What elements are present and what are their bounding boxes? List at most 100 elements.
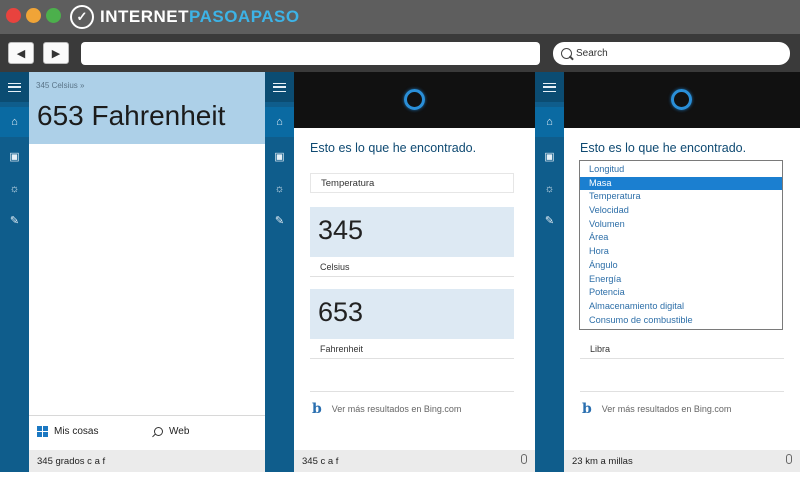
back-arrow-icon: ◀ <box>16 47 26 60</box>
unit-select-2[interactable]: Fahrenheit <box>310 339 514 359</box>
cortana-ring-icon <box>404 89 425 110</box>
dropdown-option[interactable]: Longitud <box>580 163 782 177</box>
screenshots-collage: ⌂ ▣ ☼ ✎ 345 Celsius » 653 Fahrenheit Mis… <box>0 72 800 500</box>
hamburger-menu-button[interactable] <box>535 72 564 102</box>
feedback-button[interactable]: ✎ <box>265 206 294 236</box>
cortana-header <box>564 72 800 128</box>
tips-button[interactable]: ☼ <box>265 174 294 204</box>
cortana-header <box>294 72 535 128</box>
lightbulb-icon: ☼ <box>9 182 20 195</box>
search-icon <box>154 427 163 436</box>
bing-more-link[interactable]: b Ver más resultados en Bing.com <box>582 401 731 417</box>
feedback-icon: ✎ <box>544 214 555 227</box>
feedback-button[interactable]: ✎ <box>0 206 29 236</box>
hamburger-menu-button[interactable] <box>0 72 29 102</box>
close-window-button[interactable] <box>6 8 21 23</box>
microphone-icon[interactable] <box>521 454 527 464</box>
dropdown-option[interactable]: Consumo de combustible <box>580 314 782 328</box>
notebook-button[interactable]: ▣ <box>535 142 564 172</box>
back-button[interactable]: ◀ <box>8 42 34 64</box>
browser-navbar: ◀ ▶ Search <box>0 34 800 72</box>
cortana-panel-3: ⌂ ▣ ☼ ✎ Esto es lo que he encontrado. Lo… <box>535 72 800 472</box>
search-icon <box>561 48 572 59</box>
mis-cosas-filter[interactable]: Mis cosas <box>37 426 98 437</box>
dropdown-option[interactable]: Energía <box>580 273 782 287</box>
microphone-icon[interactable] <box>786 454 792 464</box>
dropdown-option[interactable]: Temperatura <box>580 190 782 204</box>
unit-select-1[interactable]: Celsius <box>310 257 514 277</box>
windows-logo-icon <box>37 426 48 437</box>
lightbulb-icon: ☼ <box>274 182 285 195</box>
maximize-window-button[interactable] <box>46 8 61 23</box>
notebook-button[interactable]: ▣ <box>265 142 294 172</box>
tips-button[interactable]: ☼ <box>0 174 29 204</box>
hamburger-icon <box>273 82 286 92</box>
notebook-icon: ▣ <box>9 150 20 163</box>
lightbulb-icon: ☼ <box>544 182 555 195</box>
notebook-icon: ▣ <box>274 150 285 163</box>
forward-arrow-icon: ▶ <box>51 47 61 60</box>
minimize-window-button[interactable] <box>26 8 41 23</box>
notebook-icon: ▣ <box>544 150 555 163</box>
search-box[interactable]: Search <box>553 42 790 65</box>
screenshot-frame: ✓ INTERNETPASOAPASO ◀ ▶ Search ⌂ ▣ ☼ ✎ 3… <box>0 0 800 500</box>
divider <box>29 415 265 416</box>
bing-logo-icon: b <box>582 401 592 417</box>
unit-select[interactable]: Libra <box>580 339 784 359</box>
cortana-panel-1: ⌂ ▣ ☼ ✎ 345 Celsius » 653 Fahrenheit Mis… <box>0 72 265 472</box>
cortana-rail: ⌂ ▣ ☼ ✎ <box>0 72 29 472</box>
bing-more-link[interactable]: b Ver más resultados en Bing.com <box>312 401 461 417</box>
cortana-search-input[interactable]: 345 grados c a f <box>29 450 265 472</box>
cortana-search-input[interactable]: 23 km a millas <box>564 450 800 472</box>
value-input-2[interactable]: 653 <box>310 289 514 339</box>
hamburger-menu-button[interactable] <box>265 72 294 102</box>
web-filter[interactable]: Web <box>154 426 189 437</box>
cortana-panel-2: ⌂ ▣ ☼ ✎ Esto es lo que he encontrado. Te… <box>265 72 535 472</box>
hamburger-icon <box>8 82 21 92</box>
feedback-icon: ✎ <box>274 214 285 227</box>
dropdown-option[interactable]: Potencia <box>580 286 782 300</box>
dropdown-option[interactable]: Área <box>580 231 782 245</box>
logo-badge-icon: ✓ <box>70 5 94 29</box>
dropdown-option[interactable]: Ángulo <box>580 259 782 273</box>
cortana-ring-icon <box>671 89 692 110</box>
cortana-rail: ⌂ ▣ ☼ ✎ <box>265 72 294 472</box>
home-button[interactable]: ⌂ <box>265 107 294 137</box>
logo-text: INTERNETPASOAPASO <box>100 7 300 26</box>
cortana-results: Esto es lo que he encontrado. Longitud Ma… <box>564 72 800 472</box>
browser-titlebar: ✓ INTERNETPASOAPASO <box>0 0 800 34</box>
address-bar[interactable] <box>81 42 540 65</box>
conversion-result: 653 Fahrenheit <box>37 100 226 131</box>
dropdown-option[interactable]: Hora <box>580 245 782 259</box>
home-icon: ⌂ <box>11 115 18 128</box>
tips-button[interactable]: ☼ <box>535 174 564 204</box>
value-input-1[interactable]: 345 <box>310 207 514 257</box>
home-icon: ⌂ <box>276 115 283 128</box>
notebook-button[interactable]: ▣ <box>0 142 29 172</box>
feedback-button[interactable]: ✎ <box>535 206 564 236</box>
category-dropdown-list[interactable]: Longitud Masa Temperatura Velocidad Volumen Á… <box>579 160 783 330</box>
query-echo: 345 Celsius » <box>36 81 85 90</box>
home-icon: ⌂ <box>546 115 553 128</box>
dropdown-option[interactable]: Almacenamiento digital <box>580 300 782 314</box>
forward-button[interactable]: ▶ <box>43 42 69 64</box>
dropdown-option[interactable]: Volumen <box>580 218 782 232</box>
dropdown-option[interactable]: Masa <box>580 176 782 191</box>
cortana-rail: ⌂ ▣ ☼ ✎ <box>535 72 564 472</box>
bing-logo-icon: b <box>312 401 322 417</box>
dropdown-option[interactable]: Velocidad <box>580 204 782 218</box>
site-logo: ✓ INTERNETPASOAPASO <box>70 5 300 29</box>
category-select[interactable]: Temperatura <box>310 173 514 193</box>
search-placeholder: Search <box>576 48 608 59</box>
divider <box>310 391 514 392</box>
cortana-results: 345 Celsius » 653 Fahrenheit Mis cosas W… <box>29 72 265 472</box>
feedback-icon: ✎ <box>9 214 20 227</box>
home-button[interactable]: ⌂ <box>535 107 564 137</box>
hamburger-icon <box>543 82 556 92</box>
divider <box>580 391 784 392</box>
results-heading: Esto es lo que he encontrado. <box>580 141 747 155</box>
cortana-search-input[interactable]: 345 c a f <box>294 450 535 472</box>
cortana-results: Esto es lo que he encontrado. Temperatur… <box>294 72 535 472</box>
answer-card[interactable]: 345 Celsius » 653 Fahrenheit <box>29 72 265 144</box>
home-button[interactable]: ⌂ <box>0 107 29 137</box>
